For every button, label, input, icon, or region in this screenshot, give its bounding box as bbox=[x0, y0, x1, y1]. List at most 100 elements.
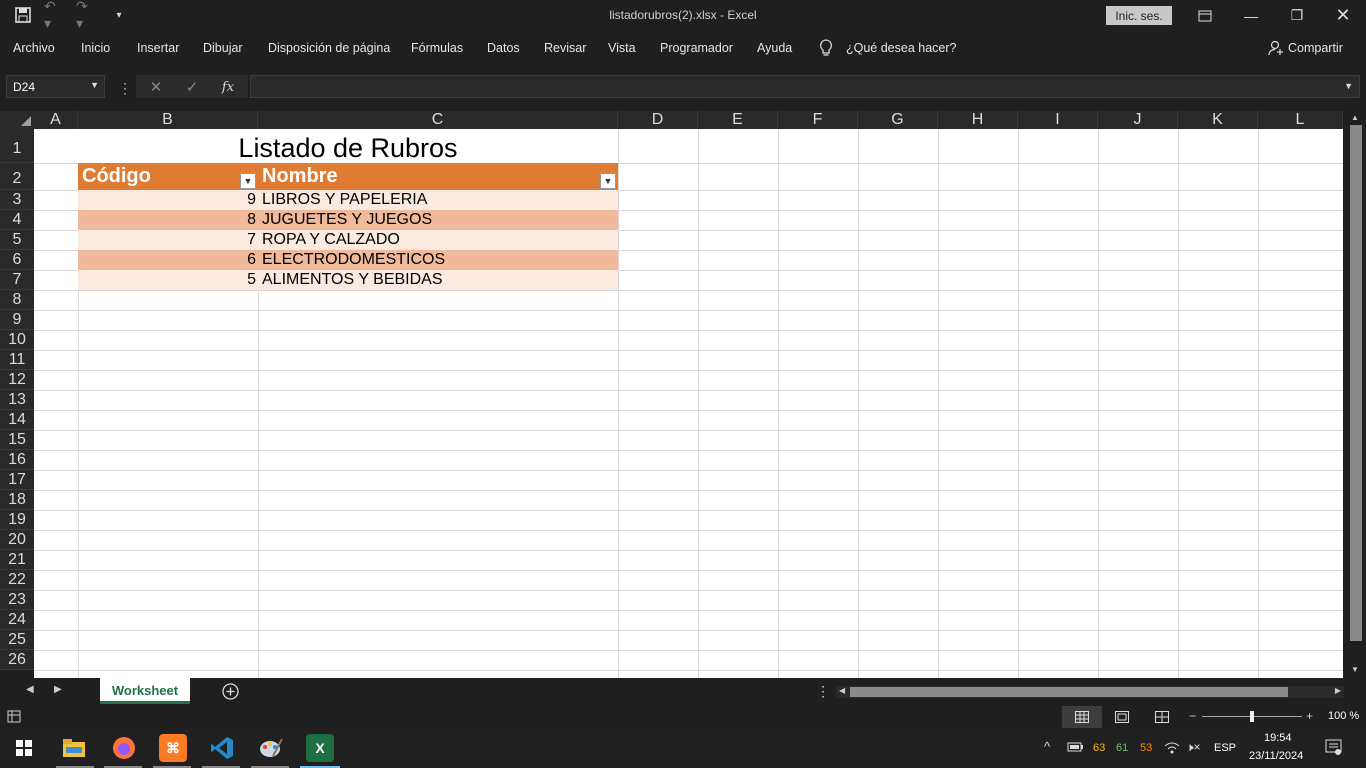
clock-date[interactable]: 23/11/2024 bbox=[1249, 750, 1303, 762]
windows-start-icon[interactable] bbox=[16, 740, 32, 761]
macro-record-icon[interactable] bbox=[7, 710, 21, 726]
row-header-5[interactable]: 5 bbox=[0, 230, 34, 250]
table-row[interactable]: 6 ELECTRODOMESTICOS bbox=[78, 250, 618, 270]
name-box[interactable]: D24 ▼ bbox=[6, 75, 105, 98]
next-sheet-icon[interactable]: ▶ bbox=[54, 684, 62, 695]
zoom-out-icon[interactable]: − bbox=[1189, 709, 1196, 723]
tab-vista[interactable]: Vista bbox=[608, 41, 636, 55]
row-header-15[interactable]: 15 bbox=[0, 430, 34, 450]
zoom-slider[interactable] bbox=[1202, 711, 1302, 722]
wifi-icon[interactable] bbox=[1164, 741, 1180, 757]
column-header-k[interactable]: K bbox=[1178, 111, 1258, 129]
row-header-22[interactable]: 22 bbox=[0, 570, 34, 590]
page-break-view-icon[interactable] bbox=[1155, 711, 1169, 726]
row-header-19[interactable]: 19 bbox=[0, 510, 34, 530]
row-header-6[interactable]: 6 bbox=[0, 250, 34, 270]
excel-icon[interactable]: X bbox=[306, 734, 334, 762]
row-header-10[interactable]: 10 bbox=[0, 330, 34, 350]
vscode-icon[interactable] bbox=[208, 734, 236, 762]
xampp-icon[interactable]: ⌘ bbox=[159, 734, 187, 762]
row-header-11[interactable]: 11 bbox=[0, 350, 34, 370]
close-icon[interactable]: ✕ bbox=[1320, 0, 1366, 31]
table-row[interactable]: 7 ROPA Y CALZADO bbox=[78, 230, 618, 250]
column-header-a[interactable]: A bbox=[34, 111, 78, 129]
paint-icon[interactable] bbox=[257, 734, 285, 762]
clock-time[interactable]: 19:54 bbox=[1264, 732, 1292, 744]
normal-view-icon[interactable] bbox=[1062, 706, 1102, 728]
zoom-in-icon[interactable]: + bbox=[1306, 709, 1313, 723]
tell-me-search[interactable]: ¿Qué desea hacer? bbox=[846, 41, 957, 55]
sheet-title[interactable]: Listado de Rubros bbox=[78, 129, 618, 163]
enter-icon[interactable]: ✓ bbox=[177, 76, 207, 98]
column-header-l[interactable]: L bbox=[1258, 111, 1343, 129]
select-all-button[interactable] bbox=[0, 111, 34, 129]
tab-disposicion[interactable]: Disposición de página bbox=[268, 41, 390, 55]
column-header-i[interactable]: I bbox=[1018, 111, 1098, 129]
volume-muted-icon[interactable]: 🕨× bbox=[1186, 740, 1201, 755]
scroll-left-icon[interactable]: ◀ bbox=[839, 686, 845, 695]
prev-sheet-icon[interactable]: ◀ bbox=[26, 684, 34, 695]
battery-icon[interactable] bbox=[1067, 741, 1083, 756]
row-header-1[interactable]: 1 bbox=[0, 129, 34, 163]
horizontal-scrollbar[interactable]: ◀ ▶ bbox=[836, 686, 1344, 698]
sign-in-button[interactable]: Inic. ses. bbox=[1106, 6, 1172, 25]
row-header-25[interactable]: 25 bbox=[0, 630, 34, 650]
notifications-icon[interactable] bbox=[1325, 739, 1342, 758]
ribbon-display-icon[interactable] bbox=[1182, 0, 1228, 31]
row-header-16[interactable]: 16 bbox=[0, 450, 34, 470]
row-header-23[interactable]: 23 bbox=[0, 590, 34, 610]
scroll-down-icon[interactable]: ▼ bbox=[1351, 665, 1359, 674]
page-layout-view-icon[interactable] bbox=[1115, 711, 1129, 726]
filter-dropdown-icon[interactable]: ▼ bbox=[600, 173, 616, 189]
zoom-level[interactable]: 100 % bbox=[1328, 710, 1359, 722]
share-button[interactable]: Compartir bbox=[1288, 41, 1343, 55]
zoom-slider-thumb[interactable] bbox=[1250, 711, 1254, 722]
more-options-icon[interactable]: ⋮ bbox=[118, 80, 132, 97]
tab-split-handle-icon[interactable]: ⋮ bbox=[816, 683, 830, 700]
row-header-14[interactable]: 14 bbox=[0, 410, 34, 430]
file-explorer-icon[interactable] bbox=[60, 734, 88, 762]
tab-archivo[interactable]: Archivo bbox=[13, 41, 55, 55]
cell-area[interactable]: Listado de Rubros Código ▼ Nombre ▼ 9 LI… bbox=[34, 129, 1343, 678]
table-row[interactable]: 8 JUGUETES Y JUEGOS bbox=[78, 210, 618, 230]
tab-dibujar[interactable]: Dibujar bbox=[203, 41, 243, 55]
row-header-26[interactable]: 26 bbox=[0, 650, 34, 670]
column-header-f[interactable]: F bbox=[778, 111, 858, 129]
row-header-13[interactable]: 13 bbox=[0, 390, 34, 410]
row-header-12[interactable]: 12 bbox=[0, 370, 34, 390]
tab-formulas[interactable]: Fórmulas bbox=[411, 41, 463, 55]
row-header-2[interactable]: 2 bbox=[0, 163, 34, 190]
formula-input[interactable]: ▼ bbox=[250, 75, 1360, 98]
column-header-d[interactable]: D bbox=[618, 111, 698, 129]
row-header-4[interactable]: 4 bbox=[0, 210, 34, 230]
filter-dropdown-icon[interactable]: ▼ bbox=[240, 173, 256, 189]
minimize-icon[interactable]: — bbox=[1228, 0, 1274, 31]
column-header-g[interactable]: G bbox=[858, 111, 938, 129]
column-header-c[interactable]: C bbox=[258, 111, 618, 129]
row-header-20[interactable]: 20 bbox=[0, 530, 34, 550]
column-header-b[interactable]: B bbox=[78, 111, 258, 129]
vertical-scrollbar[interactable]: ▲ ▼ bbox=[1347, 111, 1366, 678]
row-header-9[interactable]: 9 bbox=[0, 310, 34, 330]
chevron-down-icon[interactable]: ▼ bbox=[90, 80, 99, 90]
row-header-7[interactable]: 7 bbox=[0, 270, 34, 290]
language-indicator[interactable]: ESP bbox=[1214, 742, 1236, 754]
table-row[interactable]: 9 LIBROS Y PAPELERIA bbox=[78, 190, 618, 210]
row-header-24[interactable]: 24 bbox=[0, 610, 34, 630]
row-header-17[interactable]: 17 bbox=[0, 470, 34, 490]
tab-ayuda[interactable]: Ayuda bbox=[757, 41, 792, 55]
cancel-icon[interactable]: ✕ bbox=[141, 76, 171, 98]
expand-formula-icon[interactable]: ▼ bbox=[1344, 81, 1353, 91]
hscroll-thumb[interactable] bbox=[850, 687, 1288, 697]
tab-programador[interactable]: Programador bbox=[660, 41, 733, 55]
show-hidden-icons-icon[interactable]: ^ bbox=[1044, 739, 1050, 754]
table-header-codigo[interactable]: Código ▼ bbox=[78, 163, 258, 190]
scrollbar-thumb[interactable] bbox=[1350, 125, 1362, 641]
column-header-j[interactable]: J bbox=[1098, 111, 1178, 129]
column-header-h[interactable]: H bbox=[938, 111, 1018, 129]
column-header-e[interactable]: E bbox=[698, 111, 778, 129]
firefox-icon[interactable] bbox=[110, 734, 138, 762]
insert-function-icon[interactable]: fx bbox=[213, 76, 243, 98]
add-sheet-icon[interactable] bbox=[222, 683, 239, 705]
row-header-3[interactable]: 3 bbox=[0, 190, 34, 210]
